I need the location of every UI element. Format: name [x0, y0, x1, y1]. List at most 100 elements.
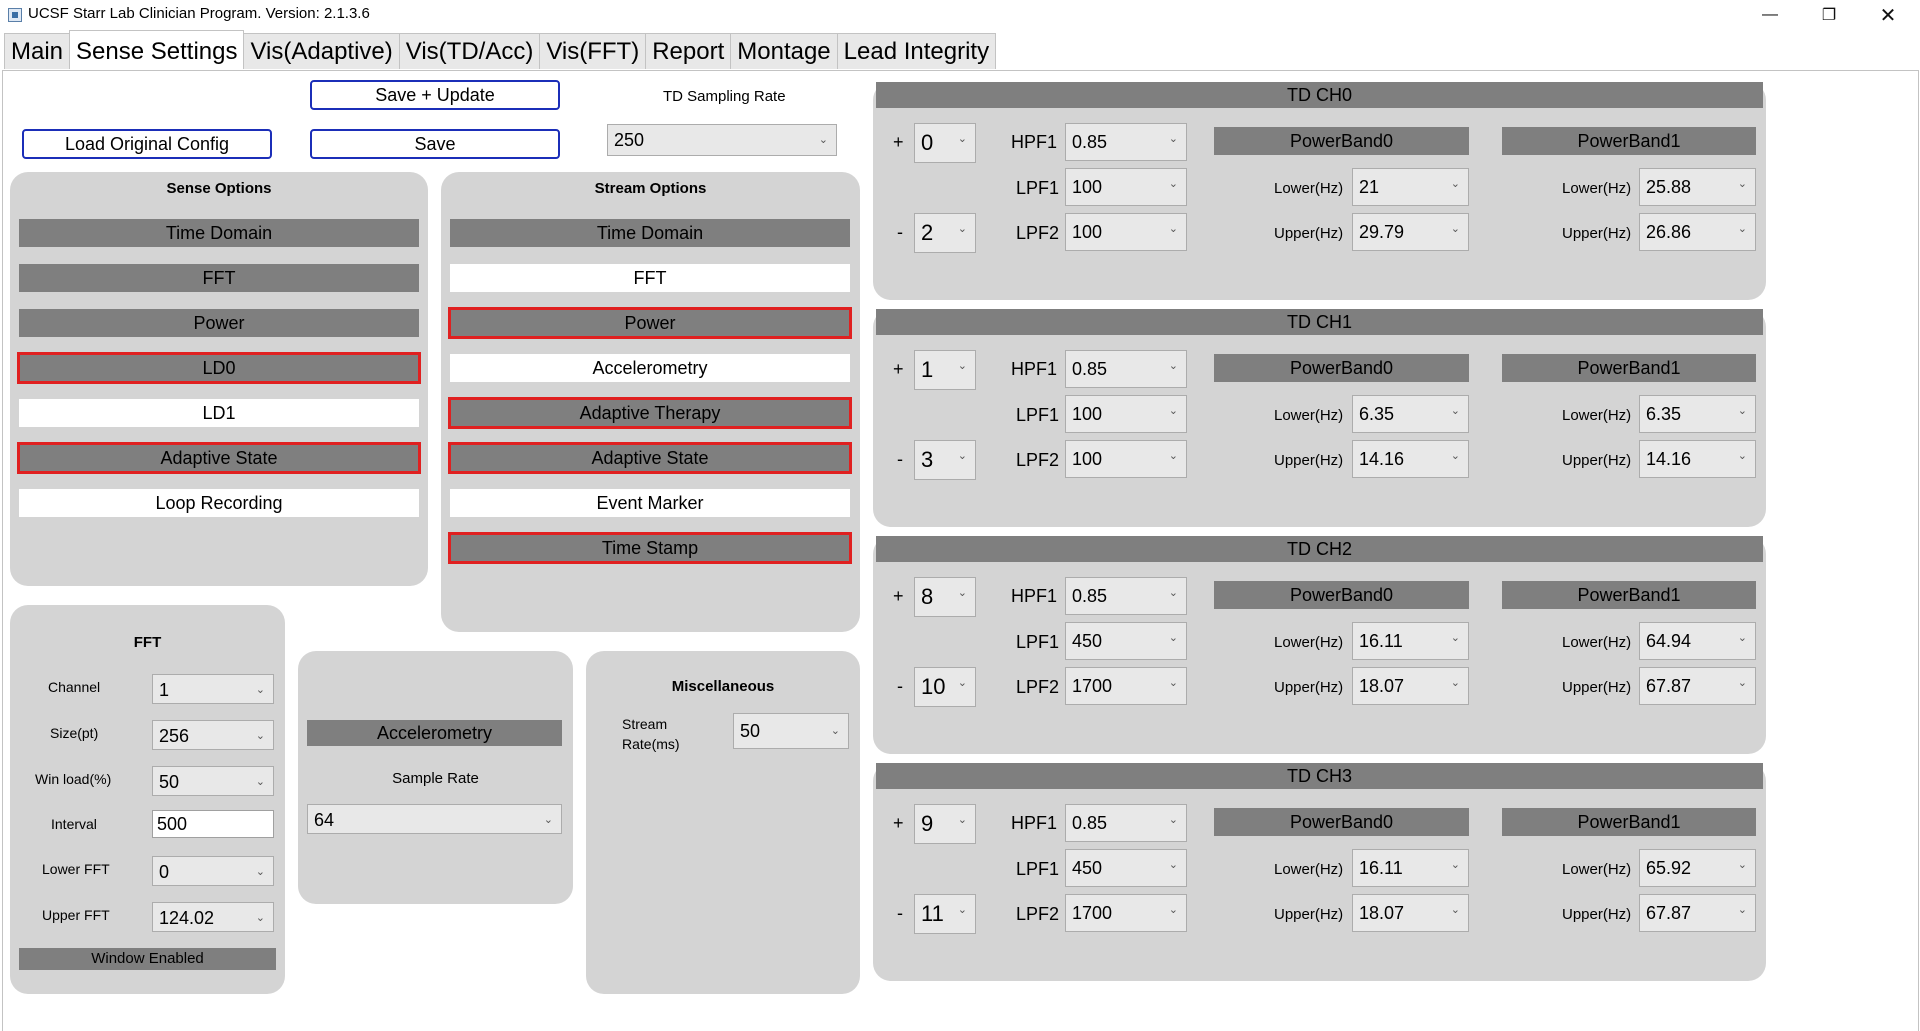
fft-upper-select[interactable]: 124.02 ⌄ [152, 902, 274, 932]
tab-sense-settings[interactable]: Sense Settings [69, 30, 245, 69]
td-ch0-hpf1-select[interactable]: 0.85 ⌄ [1065, 123, 1187, 161]
td-ch2-plus-select[interactable]: 8 ⌄ [914, 577, 976, 617]
close-icon[interactable]: ✕ [1865, 0, 1911, 30]
td-ch1-powerband0-header[interactable]: PowerBand0 [1214, 354, 1469, 382]
chevron-down-icon: ⌄ [957, 587, 967, 599]
td-ch1-plus-select[interactable]: 1 ⌄ [914, 350, 976, 390]
fft-size-select[interactable]: 256 ⌄ [152, 720, 274, 750]
stream-options-item-accelerometry[interactable]: Accelerometry [450, 354, 850, 382]
td-ch0-pb0-lower-select[interactable]: 21 ⌄ [1352, 168, 1469, 206]
td-ch0-pb1-upper-value: 26.86 [1646, 222, 1692, 242]
tab-montage[interactable]: Montage [730, 33, 838, 69]
td-ch3-plus-select[interactable]: 9 ⌄ [914, 804, 976, 844]
td-ch0-plus-select[interactable]: 0 ⌄ [914, 123, 976, 163]
chevron-down-icon: ⌄ [1450, 450, 1460, 462]
td-ch0-lpf1-value: 100 [1072, 177, 1103, 197]
td-ch2-lpf1-select[interactable]: 450 ⌄ [1065, 622, 1187, 660]
fft-lower-select[interactable]: 0 ⌄ [152, 856, 274, 886]
stream-options-item-fft[interactable]: FFT [450, 264, 850, 292]
window-enabled-toggle[interactable]: Window Enabled [19, 948, 276, 970]
tab-vis-fft[interactable]: Vis(FFT) [539, 33, 647, 69]
stream-options-item-time-domain[interactable]: Time Domain [450, 219, 850, 247]
sense-options-item-ld0[interactable]: LD0 [17, 352, 421, 384]
td-ch3-pb1-upper-select[interactable]: 67.87 ⌄ [1639, 894, 1756, 932]
td-ch3-lpf2-select[interactable]: 1700 ⌄ [1065, 894, 1187, 932]
fft-channel-select[interactable]: 1 ⌄ [152, 674, 274, 704]
td-ch2-pb0-lower-select[interactable]: 16.11 ⌄ [1352, 622, 1469, 660]
td-ch0-pb1-lower-select[interactable]: 25.88 ⌄ [1639, 168, 1756, 206]
stream-options-item-adaptive-therapy[interactable]: Adaptive Therapy [448, 397, 852, 429]
td-ch1-powerband1-header[interactable]: PowerBand1 [1502, 354, 1756, 382]
td-ch0-lpf2-select[interactable]: 100 ⌄ [1065, 213, 1187, 251]
td-ch1-pb1-lower-select[interactable]: 6.35 ⌄ [1639, 395, 1756, 433]
sense-options-item-fft[interactable]: FFT [19, 264, 419, 292]
td-ch2-minus-select[interactable]: 10 ⌄ [914, 667, 976, 707]
chevron-down-icon: ⌄ [1168, 632, 1178, 644]
chevron-down-icon: ⌄ [1450, 859, 1460, 871]
sense-options-item-time-domain[interactable]: Time Domain [19, 219, 419, 247]
td-ch3-lpf1-select[interactable]: 450 ⌄ [1065, 849, 1187, 887]
td-ch1-minus-select[interactable]: 3 ⌄ [914, 440, 976, 480]
chevron-down-icon: ⌄ [1450, 223, 1460, 235]
td-ch1-pb1-upper-select[interactable]: 14.16 ⌄ [1639, 440, 1756, 478]
td-ch2-plus-value: 8 [921, 584, 934, 609]
sense-options-item-loop-recording[interactable]: Loop Recording [19, 489, 419, 517]
td-ch1-hpf1-select[interactable]: 0.85 ⌄ [1065, 350, 1187, 388]
td-sampling-rate-select[interactable]: 250 ⌄ [607, 124, 837, 156]
stream-rate-select[interactable]: 50 ⌄ [733, 713, 849, 749]
td-ch1-lpf1-select[interactable]: 100 ⌄ [1065, 395, 1187, 433]
load-original-config-button[interactable]: Load Original Config [22, 129, 272, 159]
td-ch3-plus-label: + [893, 813, 904, 833]
fft-interval-input[interactable]: 500 [152, 810, 274, 838]
chevron-down-icon: ⌄ [830, 725, 840, 737]
chevron-down-icon: ⌄ [1737, 178, 1747, 190]
td-ch3-pb0-lower-select[interactable]: 16.11 ⌄ [1352, 849, 1469, 887]
chevron-down-icon: ⌄ [1737, 904, 1747, 916]
tab-vis-adaptive[interactable]: Vis(Adaptive) [243, 33, 400, 69]
td-ch2-lpf2-select[interactable]: 1700 ⌄ [1065, 667, 1187, 705]
td-ch3-pb0-upper-select[interactable]: 18.07 ⌄ [1352, 894, 1469, 932]
stream-options-item-adaptive-state[interactable]: Adaptive State [448, 442, 852, 474]
sense-options-item-power[interactable]: Power [19, 309, 419, 337]
fft-winload-select[interactable]: 50 ⌄ [152, 766, 274, 796]
save-update-button[interactable]: Save + Update [310, 80, 560, 110]
tab-vis-td-acc[interactable]: Vis(TD/Acc) [398, 33, 541, 69]
td-ch0-pb0-upper-select[interactable]: 29.79 ⌄ [1352, 213, 1469, 251]
chevron-down-icon: ⌄ [1450, 632, 1460, 644]
app-icon [8, 8, 22, 22]
td-ch2-pb0-upper-select[interactable]: 18.07 ⌄ [1352, 667, 1469, 705]
tab-main[interactable]: Main [4, 33, 71, 69]
td-ch3-minus-select[interactable]: 11 ⌄ [914, 894, 976, 934]
stream-options-item-event-marker[interactable]: Event Marker [450, 489, 850, 517]
stream-options-item-time-stamp[interactable]: Time Stamp [448, 532, 852, 564]
save-button[interactable]: Save [310, 129, 560, 159]
td-ch2-powerband0-header[interactable]: PowerBand0 [1214, 581, 1469, 609]
td-ch3-pb1-lower-select[interactable]: 65.92 ⌄ [1639, 849, 1756, 887]
td-ch0-powerband1-header[interactable]: PowerBand1 [1502, 127, 1756, 155]
td-ch0-pb1-upper-select[interactable]: 26.86 ⌄ [1639, 213, 1756, 251]
td-ch0-lpf1-select[interactable]: 100 ⌄ [1065, 168, 1187, 206]
td-ch3-powerband1-header[interactable]: PowerBand1 [1502, 808, 1756, 836]
td-ch1-minus-value: 3 [921, 447, 934, 472]
sense-options-item-adaptive-state[interactable]: Adaptive State [17, 442, 421, 474]
stream-options-item-power[interactable]: Power [448, 307, 852, 339]
td-ch2-pb1-upper-select[interactable]: 67.87 ⌄ [1639, 667, 1756, 705]
td-ch3-hpf1-select[interactable]: 0.85 ⌄ [1065, 804, 1187, 842]
td-ch2-powerband1-header[interactable]: PowerBand1 [1502, 581, 1756, 609]
td-ch2-pb1-lower-select[interactable]: 64.94 ⌄ [1639, 622, 1756, 660]
td-ch3-powerband0-header[interactable]: PowerBand0 [1214, 808, 1469, 836]
td-ch0-minus-select[interactable]: 2 ⌄ [914, 213, 976, 253]
tab-report[interactable]: Report [645, 33, 732, 69]
restore-icon[interactable]: ❐ [1806, 0, 1852, 30]
td-ch1-pb0-upper-select[interactable]: 14.16 ⌄ [1352, 440, 1469, 478]
td-ch0-powerband0-header[interactable]: PowerBand0 [1214, 127, 1469, 155]
td-ch1-lpf2-select[interactable]: 100 ⌄ [1065, 440, 1187, 478]
tab-lead-integrity[interactable]: Lead Integrity [836, 33, 997, 69]
td-ch1-pb0-lower-select[interactable]: 6.35 ⌄ [1352, 395, 1469, 433]
td-ch2-hpf1-select[interactable]: 0.85 ⌄ [1065, 577, 1187, 615]
accelerometry-header[interactable]: Accelerometry [307, 720, 562, 746]
sense-options-item-ld1[interactable]: LD1 [19, 399, 419, 427]
minimize-icon[interactable]: — [1747, 0, 1793, 30]
td-ch3-lpf1-value: 450 [1072, 858, 1103, 878]
accel-sample-rate-select[interactable]: 64 ⌄ [307, 804, 562, 834]
